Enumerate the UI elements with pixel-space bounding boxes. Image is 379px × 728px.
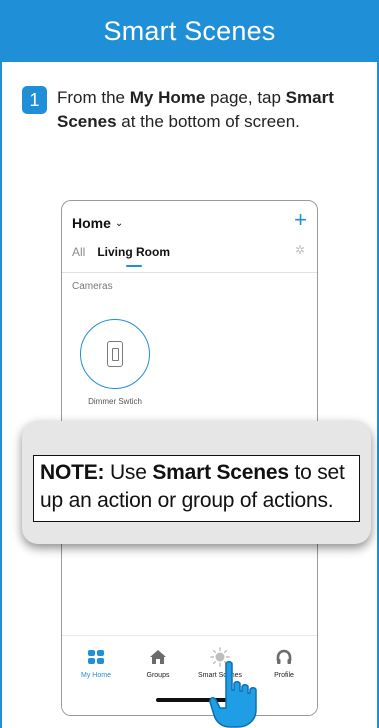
section-label-cameras: Cameras (72, 281, 113, 292)
step-1: 1 From the My Home page, tap Smart Scene… (22, 86, 367, 134)
step-text-part: From the (57, 88, 130, 107)
house-icon (149, 648, 167, 666)
note-label: NOTE: (40, 461, 105, 484)
gear-icon[interactable]: ✲ (295, 243, 305, 257)
chevron-down-icon: ⌄ (114, 217, 124, 229)
page-title: Smart Scenes (103, 15, 276, 46)
nav-my-home[interactable]: My Home (66, 648, 126, 679)
step-number-badge: 1 (22, 86, 47, 114)
bottom-nav: My Home Groups Smart Scenes Profile (62, 635, 317, 715)
note-callout: NOTE: Use Smart Scenes to set up an acti… (22, 421, 371, 544)
note-text-part: Use (104, 461, 153, 484)
phone-top-bar: Home ⌄ + All Living Room ✲ (62, 201, 317, 273)
step-text-part: at the bottom of screen. (116, 112, 300, 131)
nav-groups-label: Groups (146, 672, 170, 679)
note-text-box: NOTE: Use Smart Scenes to set up an acti… (33, 455, 360, 522)
step-text-part: page, tap (205, 88, 286, 107)
nav-my-home-label: My Home (81, 672, 111, 679)
step-bold-my-home: My Home (129, 88, 206, 107)
home-selector[interactable]: Home ⌄ (72, 215, 123, 231)
step-instruction: From the My Home page, tap Smart Scenes … (57, 86, 367, 134)
note-bold-smart-scenes: Smart Scenes (152, 461, 289, 484)
nav-profile-label: Profile (274, 672, 294, 679)
page-header: Smart Scenes (0, 0, 379, 62)
nav-profile[interactable]: Profile (254, 648, 314, 679)
room-tabs: All Living Room (72, 245, 170, 259)
home-selector-label: Home (72, 215, 111, 231)
headset-icon (276, 648, 292, 666)
pointing-hand-icon (209, 661, 257, 728)
device-label: Dimmer Swtich (88, 397, 142, 406)
nav-groups[interactable]: Groups (128, 648, 188, 679)
grid-icon (88, 648, 104, 666)
tab-living-room[interactable]: Living Room (97, 245, 170, 259)
tab-all[interactable]: All (72, 245, 85, 259)
add-icon[interactable]: + (294, 207, 307, 233)
device-tile-dimmer-switch[interactable] (80, 319, 150, 389)
switch-icon (107, 341, 123, 367)
